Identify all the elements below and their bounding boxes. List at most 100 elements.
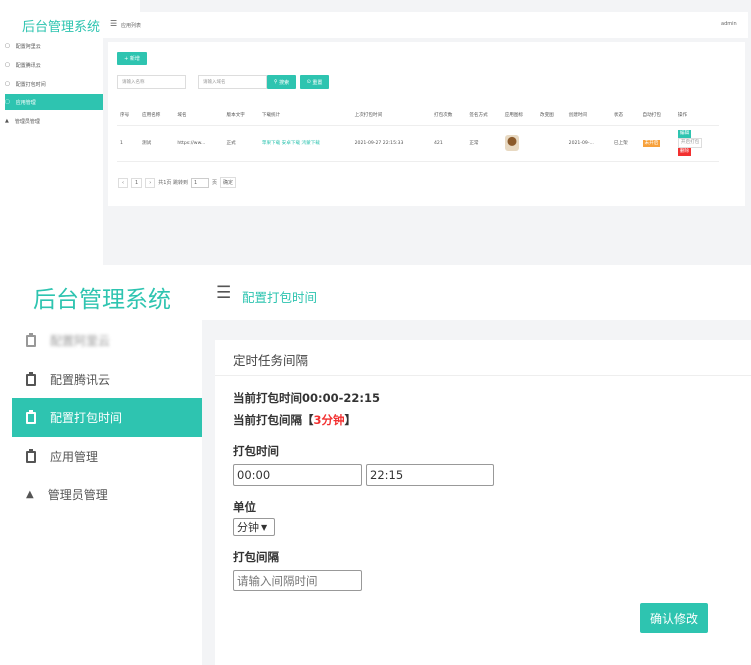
start-time-input[interactable]: 00:00 — [233, 464, 362, 486]
page-1-button[interactable]: 1 — [131, 177, 143, 188]
pagination: ‹ 1 › 共1页 跳转到 1 页 确定 — [118, 177, 236, 188]
interval-value: 3分钟 — [313, 413, 345, 427]
confirm-button[interactable]: 确认修改 — [640, 603, 708, 633]
card-title: 定时任务间隔 — [233, 353, 309, 368]
sidebar-item-pack-time[interactable]: 配置打包时间 — [12, 398, 202, 437]
header: ☰ 配置打包时间 — [202, 265, 751, 320]
col-domain: 域名 — [174, 106, 224, 126]
unit-select[interactable]: 分钟 ▼ — [233, 518, 275, 536]
sidebar-item-apps[interactable]: ▢ 应用管理 — [5, 94, 103, 110]
sidebar: 后台管理系统 配置阿里云 配置腾讯云 配置打包时间 应用管理 ▲ 管理员管理 — [0, 265, 202, 665]
logo: 后台管理系统 — [33, 287, 171, 313]
clipboard-icon — [26, 371, 36, 386]
current-interval-text: 当前打包间隔【3分钟】 — [233, 412, 356, 428]
cell-index: 1 — [117, 125, 140, 162]
apps-table: 序号 应用名称 域名 版本文字 下载统计 上次打包时间 打包次数 签名方式 应用… — [117, 106, 719, 162]
sidebar-item-admins[interactable]: ▲ 管理员管理 — [5, 113, 103, 129]
pagination-total: 共1页 跳转到 — [158, 180, 188, 186]
cell-domain: https://ww... — [174, 125, 224, 162]
col-index: 序号 — [117, 106, 140, 126]
unit-label: 单位 — [233, 500, 256, 514]
col-icon: 应用图标 — [501, 106, 537, 126]
edit-button[interactable]: 编辑 — [677, 130, 692, 138]
cell-version: 正式 — [223, 125, 259, 162]
cell-icon — [501, 125, 537, 162]
sidebar-item-label: 配置打包时间 — [50, 411, 123, 425]
sidebar-item-label: 应用管理 — [15, 99, 36, 106]
sidebar-item-pack-time[interactable]: ▢ 配置打包时间 — [5, 76, 103, 92]
col-auto-pack: 自动打包 — [639, 106, 675, 126]
sidebar-item-tencent[interactable]: 配置腾讯云 — [12, 360, 202, 399]
clipboard-icon: ▢ — [5, 99, 10, 105]
col-name: 应用名称 — [139, 106, 175, 126]
chevron-down-icon: ▼ — [261, 522, 268, 532]
current-time-text: 当前打包时间00:00-22:15 — [233, 391, 380, 405]
pack-time-screenshot: 后台管理系统 配置阿里云 配置腾讯云 配置打包时间 应用管理 ▲ 管理员管理 ☰ … — [0, 265, 751, 665]
interval-input[interactable]: 请输入间隔时间 — [233, 570, 362, 591]
cell-status: 已上架 — [610, 125, 640, 162]
cell-actions: 编辑 开启打包 删除 — [674, 125, 719, 162]
user-menu[interactable]: admin — [721, 21, 737, 27]
enable-pack-button[interactable]: 开启打包 — [677, 138, 703, 148]
app-list-screenshot: 后台管理系统 ▢ 配置阿里云 ▢ 配置腾讯云 ▢ 配置打包时间 ▢ 应用管理 ▲ 管理员管… — [0, 0, 751, 265]
search-domain-input[interactable]: 请输入域名 — [198, 75, 267, 89]
sidebar: 后台管理系统 ▢ 配置阿里云 ▢ 配置腾讯云 ▢ 配置打包时间 ▢ 应用管理 ▲ 管理员管… — [0, 12, 103, 265]
goto-page-input[interactable]: 1 — [190, 177, 209, 188]
divider — [215, 375, 751, 376]
sidebar-item-aliyun[interactable]: 配置阿里云 — [12, 321, 202, 360]
col-pack-count: 打包次数 — [430, 106, 467, 126]
sidebar-item-label: 配置阿里云 — [15, 43, 41, 50]
col-status: 状态 — [610, 106, 640, 126]
menu-icon[interactable]: ☰ — [110, 19, 117, 28]
menu-icon[interactable]: ☰ — [216, 283, 231, 303]
col-changed: 改变图 — [536, 106, 566, 126]
sidebar-item-label: 应用管理 — [50, 450, 99, 464]
clipboard-icon — [26, 332, 36, 347]
col-last-pack: 上次打包时间 — [351, 106, 431, 126]
col-created: 创建时间 — [565, 106, 611, 126]
table-row: 1 测试 https://ww... 正式 苹果下载 安卓下载 鸿蒙下载 202… — [117, 125, 719, 162]
col-version: 版本文字 — [223, 106, 259, 126]
sidebar-item-label: 管理员管理 — [47, 488, 108, 502]
sidebar-item-admins[interactable]: ▲ 管理员管理 — [12, 475, 202, 514]
sidebar-item-tencent[interactable]: ▢ 配置腾讯云 — [5, 57, 103, 73]
interval-prefix: 当前打包间隔【 — [233, 413, 314, 427]
goto-confirm-button[interactable]: 确定 — [219, 177, 236, 188]
header: ☰ 应用列表 admin — [103, 12, 748, 38]
add-button[interactable]: + 新增 — [117, 52, 147, 65]
clipboard-icon: ▢ — [5, 62, 10, 68]
user-icon: ▲ — [26, 489, 34, 500]
prev-page-button[interactable]: ‹ — [118, 177, 128, 188]
sidebar-item-aliyun[interactable]: ▢ 配置阿里云 — [5, 38, 103, 54]
interval-suffix: 】 — [344, 413, 357, 427]
end-time-input[interactable]: 22:15 — [366, 464, 494, 486]
search-button[interactable]: ⚲ 搜索 — [267, 75, 296, 89]
auto-pack-badge[interactable]: 未开启 — [642, 140, 661, 147]
col-downloads: 下载统计 — [258, 106, 352, 126]
sidebar-item-label: 配置腾讯云 — [15, 62, 41, 69]
interval-label: 打包间隔 — [233, 550, 279, 564]
sidebar-item-label: 配置打包时间 — [15, 81, 46, 88]
page-unit: 页 — [211, 180, 217, 186]
sidebar-item-label: 配置阿里云 — [50, 334, 111, 348]
next-page-button[interactable]: › — [145, 177, 156, 188]
clipboard-icon: ▢ — [5, 81, 10, 87]
unit-selected-value: 分钟 — [237, 521, 259, 534]
clipboard-icon — [26, 448, 36, 463]
cell-last-pack: 2021-09-27 22:15:33 — [351, 125, 431, 162]
col-actions: 操作 — [674, 106, 719, 126]
logo: 后台管理系统 — [22, 20, 101, 35]
sidebar-item-label: 配置腾讯云 — [50, 373, 111, 387]
breadcrumb: 配置打包时间 — [242, 290, 318, 305]
reset-label: 重置 — [312, 79, 323, 86]
user-icon: ▲ — [5, 118, 9, 124]
sidebar-item-apps[interactable]: 应用管理 — [12, 437, 202, 476]
sidebar-item-label: 管理员管理 — [14, 118, 40, 125]
cell-downloads[interactable]: 苹果下载 安卓下载 鸿蒙下载 — [258, 125, 352, 162]
delete-button[interactable]: 删除 — [677, 148, 692, 156]
table-header: 序号 应用名称 域名 版本文字 下载统计 上次打包时间 打包次数 签名方式 应用… — [117, 106, 719, 126]
top-bar — [0, 0, 140, 12]
breadcrumb: 应用列表 — [121, 23, 142, 29]
search-name-input[interactable]: 请输入名称 — [117, 75, 186, 89]
reset-button[interactable]: ⊙ 重置 — [300, 75, 329, 89]
